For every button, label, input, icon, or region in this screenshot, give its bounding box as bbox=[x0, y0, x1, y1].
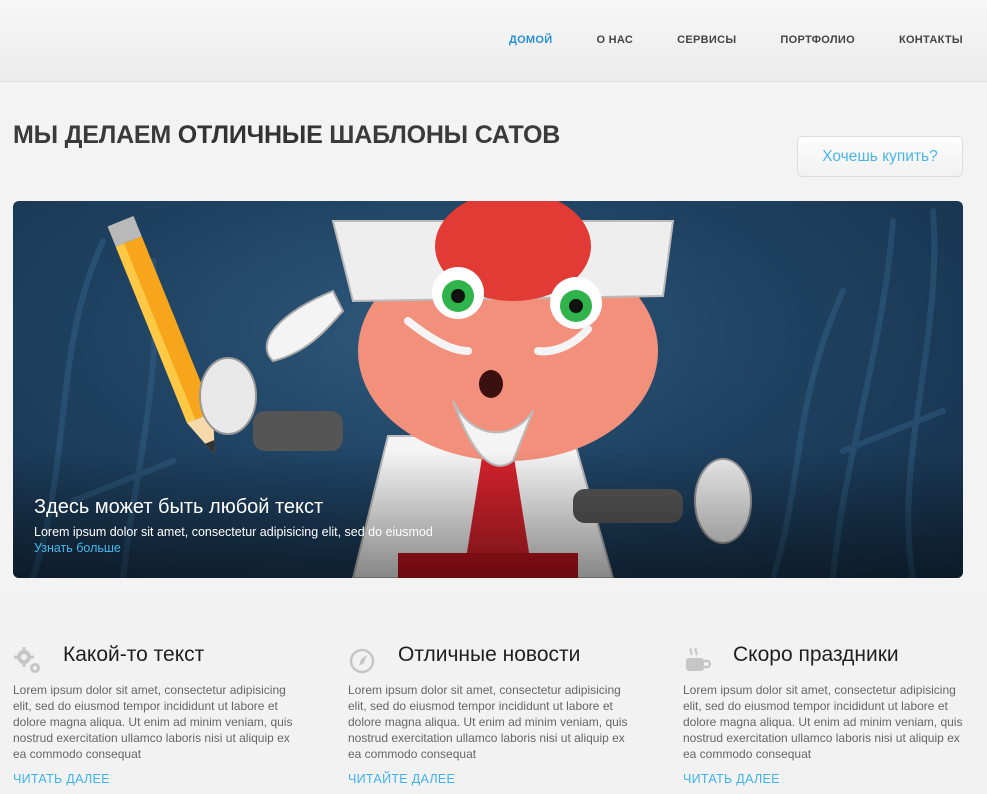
main-nav: ДОМОЙ О НАС СЕРВИСЫ ПОРТФОЛИО КОНТАКТЫ bbox=[509, 34, 963, 46]
nav-about[interactable]: О НАС bbox=[596, 34, 633, 46]
hero-title: Здесь может быть любой текст bbox=[34, 496, 324, 518]
page-headline: МЫ ДЕЛАЕМ ОТЛИЧНЫЕ ШАБЛОНЫ САТОВ bbox=[13, 121, 560, 150]
read-more-link[interactable]: ЧИТАТЬ ДАЛЕЕ bbox=[683, 772, 780, 786]
nav-portfolio[interactable]: ПОРТФОЛИО bbox=[780, 34, 855, 46]
compass-icon bbox=[349, 648, 375, 674]
headline-part-1: МЫ ДЕЛАЕМ bbox=[13, 121, 178, 149]
feature-title: Какой-то текст bbox=[63, 643, 205, 666]
nav-contacts[interactable]: КОНТАКТЫ bbox=[899, 34, 963, 46]
headline-bold: ОТЛИЧНЫЕ bbox=[177, 121, 323, 149]
feature-title: Отличные новости bbox=[398, 643, 581, 666]
hero-link[interactable]: Узнать больше bbox=[34, 541, 121, 555]
feature-text: Lorem ipsum dolor sit amet, consectetur … bbox=[683, 683, 963, 761]
feature-text: Lorem ipsum dolor sit amet, consectetur … bbox=[13, 683, 293, 761]
read-more-link[interactable]: ЧИТАЙТЕ ДАЛЕЕ bbox=[348, 772, 455, 786]
hero-text: Lorem ipsum dolor sit amet, consectetur … bbox=[34, 525, 433, 539]
hero-slider[interactable]: Здесь может быть любой текст Lorem ipsum… bbox=[13, 201, 963, 578]
top-bar: ДОМОЙ О НАС СЕРВИСЫ ПОРТФОЛИО КОНТАКТЫ bbox=[0, 0, 987, 82]
coffee-cup-icon bbox=[686, 647, 712, 671]
read-more-link[interactable]: ЧИТАТЬ ДАЛЕЕ bbox=[13, 772, 110, 786]
feature-title: Скоро праздники bbox=[733, 643, 899, 666]
nav-home[interactable]: ДОМОЙ bbox=[509, 34, 553, 46]
buy-button[interactable]: Хочешь купить? bbox=[797, 136, 963, 177]
hero-caption: Здесь может быть любой текст Lorem ipsum… bbox=[34, 496, 433, 557]
headline-part-2: ШАБЛОНЫ САТОВ bbox=[322, 121, 561, 149]
feature-text: Lorem ipsum dolor sit amet, consectetur … bbox=[348, 683, 628, 761]
nav-services[interactable]: СЕРВИСЫ bbox=[677, 34, 736, 46]
gears-icon bbox=[14, 647, 40, 673]
